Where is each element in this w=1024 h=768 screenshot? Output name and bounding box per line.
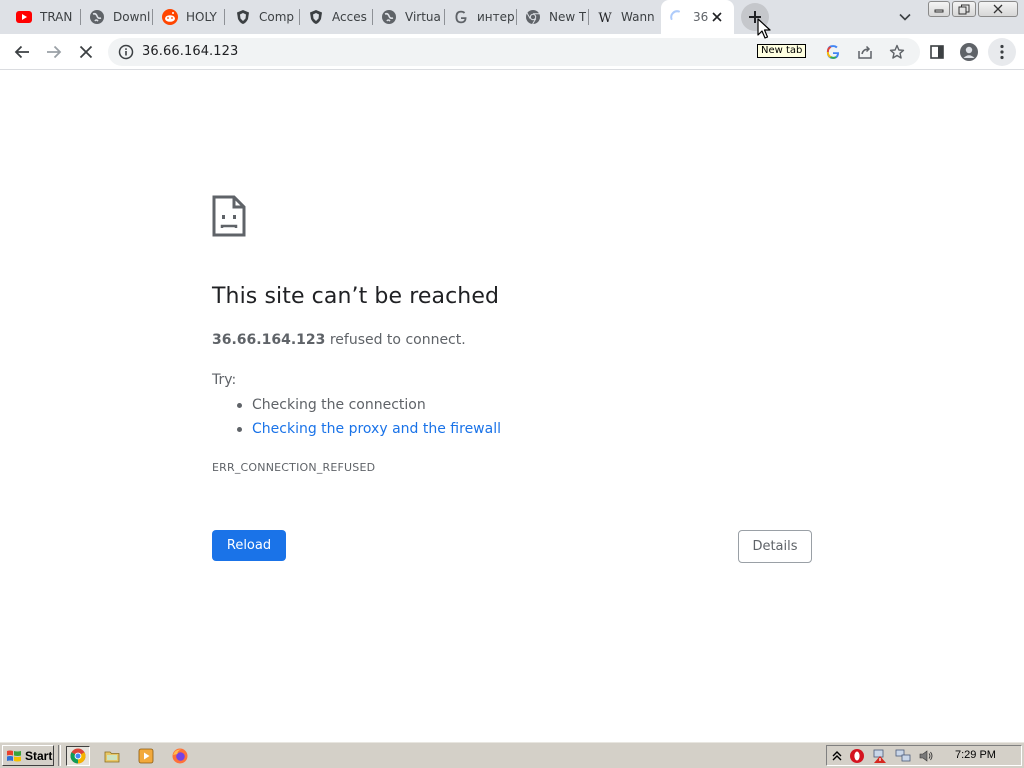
clock: 7:29 PM bbox=[955, 749, 996, 761]
globe-icon bbox=[89, 9, 105, 25]
suggestion-check-proxy-link[interactable]: Checking the proxy and the firewall bbox=[252, 421, 501, 437]
close-tab-icon[interactable] bbox=[710, 10, 724, 24]
tab-title: Downl bbox=[113, 10, 151, 24]
tab-title: Virtua bbox=[405, 10, 441, 24]
error-host: 36.66.164.123 bbox=[212, 332, 326, 348]
wikipedia-icon: W bbox=[597, 9, 613, 25]
error-message: 36.66.164.123 refused to connect. bbox=[212, 332, 466, 348]
suggestion-check-connection: Checking the connection bbox=[252, 397, 426, 413]
loading-spinner-icon bbox=[669, 9, 685, 25]
windows-logo-icon bbox=[7, 750, 21, 761]
taskbar-firefox[interactable] bbox=[168, 746, 192, 766]
close-icon bbox=[993, 4, 1003, 14]
tab-comp[interactable]: Comp bbox=[225, 0, 300, 34]
chevron-down-icon bbox=[899, 13, 911, 21]
svg-text:W: W bbox=[598, 11, 612, 25]
list-item: Checking the proxy and the firewall bbox=[237, 420, 501, 444]
browser-toolbar: 36.66.164.123 bbox=[0, 34, 1024, 70]
details-button[interactable]: Details bbox=[738, 530, 812, 563]
stop-x-icon bbox=[79, 45, 93, 59]
tab-title: HOLY bbox=[186, 10, 217, 24]
tab-title: Comp bbox=[259, 10, 295, 24]
reddit-icon bbox=[162, 9, 178, 25]
tab-wikipedia[interactable]: W Wann bbox=[589, 0, 661, 34]
error-title: This site can’t be reached bbox=[212, 284, 500, 309]
side-panel-icon bbox=[930, 45, 944, 59]
minimize-window-button[interactable] bbox=[928, 1, 950, 17]
bookmark-star-icon[interactable] bbox=[888, 43, 906, 61]
opera-icon[interactable] bbox=[849, 748, 865, 764]
tab-title: Wann bbox=[621, 10, 655, 24]
menu-button[interactable] bbox=[988, 38, 1016, 66]
sad-document-icon bbox=[212, 195, 246, 237]
tab-new-tab[interactable]: New T bbox=[517, 0, 589, 34]
firefox-icon bbox=[172, 748, 188, 764]
mouse-cursor-icon bbox=[757, 18, 771, 39]
tab-youtube[interactable]: TRAN bbox=[0, 0, 81, 34]
tab-title: Acces bbox=[332, 10, 367, 24]
url-text: 36.66.164.123 bbox=[142, 44, 239, 59]
globe-icon bbox=[381, 9, 397, 25]
tab-download[interactable]: Downl bbox=[81, 0, 153, 34]
tab-access[interactable]: Acces bbox=[300, 0, 373, 34]
chrome-icon bbox=[70, 748, 86, 764]
site-info-icon[interactable] bbox=[118, 44, 134, 60]
forward-button[interactable] bbox=[40, 38, 68, 66]
taskbar: Start 7:29 PM bbox=[0, 741, 1024, 768]
side-panel-button[interactable] bbox=[923, 38, 951, 66]
tab-title: интер bbox=[477, 10, 515, 24]
folder-icon bbox=[104, 751, 120, 763]
suggestions-list: Checking the connection Checking the pro… bbox=[237, 396, 501, 444]
network-warning-icon[interactable] bbox=[872, 748, 888, 764]
google-icon bbox=[453, 9, 469, 25]
google-lens-icon[interactable] bbox=[824, 43, 842, 61]
tab-google-search[interactable]: интер bbox=[445, 0, 517, 34]
start-label: Start bbox=[25, 748, 53, 763]
arrow-left-icon bbox=[14, 45, 29, 59]
quick-launch-folder[interactable] bbox=[100, 746, 124, 766]
kebab-menu-icon bbox=[1000, 44, 1004, 60]
restore-icon bbox=[958, 4, 970, 14]
media-player-icon bbox=[138, 748, 154, 764]
arrow-right-icon bbox=[47, 45, 62, 59]
network-icon[interactable] bbox=[895, 748, 911, 764]
quick-launch-chrome[interactable] bbox=[66, 746, 90, 766]
restore-window-button[interactable] bbox=[952, 1, 976, 17]
shield-icon bbox=[308, 9, 324, 25]
avatar-icon bbox=[960, 43, 978, 61]
tab-title: TRAN bbox=[40, 10, 73, 24]
quick-launch-grip bbox=[58, 745, 61, 766]
stop-loading-button[interactable] bbox=[72, 38, 100, 66]
list-item: Checking the connection bbox=[237, 396, 501, 420]
minimize-icon bbox=[934, 9, 944, 13]
shield-icon bbox=[235, 9, 251, 25]
system-tray: 7:29 PM bbox=[826, 745, 1022, 766]
back-button[interactable] bbox=[8, 38, 36, 66]
close-window-button[interactable] bbox=[978, 1, 1018, 17]
try-label: Try: bbox=[212, 372, 237, 388]
error-message-text: refused to connect. bbox=[325, 332, 466, 348]
chrome-icon bbox=[525, 9, 541, 25]
tab-active-ip[interactable]: 36 bbox=[661, 0, 734, 34]
start-button[interactable]: Start bbox=[2, 745, 54, 766]
profile-button[interactable] bbox=[955, 38, 983, 66]
quick-launch-media-player[interactable] bbox=[134, 746, 158, 766]
error-code: ERR_CONNECTION_REFUSED bbox=[212, 461, 376, 474]
tab-strip: TRAN Downl HOLY Comp Acces Virtua интер … bbox=[0, 0, 1024, 34]
tab-title: New T bbox=[549, 10, 587, 24]
share-icon[interactable] bbox=[856, 43, 874, 61]
error-page: This site can’t be reached 36.66.164.123… bbox=[0, 71, 1024, 741]
show-hidden-icon[interactable] bbox=[829, 748, 845, 764]
volume-icon[interactable] bbox=[918, 748, 934, 764]
reload-button[interactable]: Reload bbox=[212, 530, 286, 561]
tab-search-button[interactable] bbox=[895, 8, 915, 26]
tab-virtual[interactable]: Virtua bbox=[373, 0, 445, 34]
tab-reddit[interactable]: HOLY bbox=[153, 0, 225, 34]
new-tab-tooltip: New tab bbox=[757, 44, 807, 58]
youtube-icon bbox=[16, 9, 32, 25]
tab-title: 36 bbox=[693, 10, 709, 24]
